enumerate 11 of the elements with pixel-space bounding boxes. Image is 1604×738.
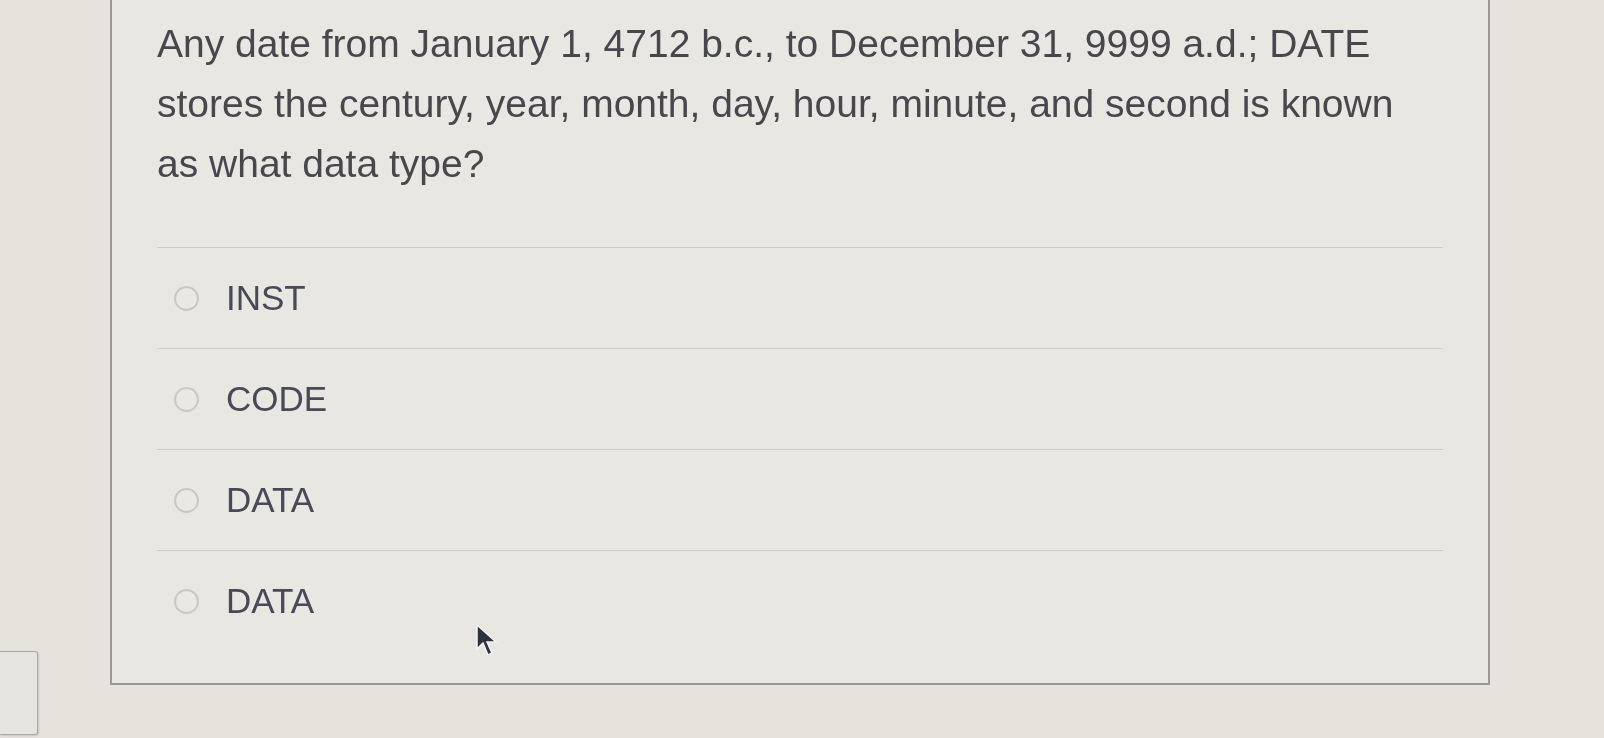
question-text: Any date from January 1, 4712 b.c., to December 31, 9999 a.d.; DATE stores the century, year, month, day, hour, minute, and second is known as what data type? xyxy=(157,21,1395,187)
side-tab[interactable] xyxy=(0,651,38,735)
radio-button[interactable] xyxy=(174,386,199,412)
radio-button[interactable] xyxy=(174,285,199,311)
radio-button[interactable] xyxy=(174,487,199,513)
option-label[interactable]: DATA xyxy=(226,581,315,621)
option-label[interactable]: CODE xyxy=(226,379,328,419)
mouse-pointer-icon xyxy=(476,624,498,656)
option-label[interactable]: DATA xyxy=(226,480,315,520)
option-label[interactable]: INST xyxy=(226,278,306,318)
radio-button[interactable] xyxy=(174,588,199,614)
